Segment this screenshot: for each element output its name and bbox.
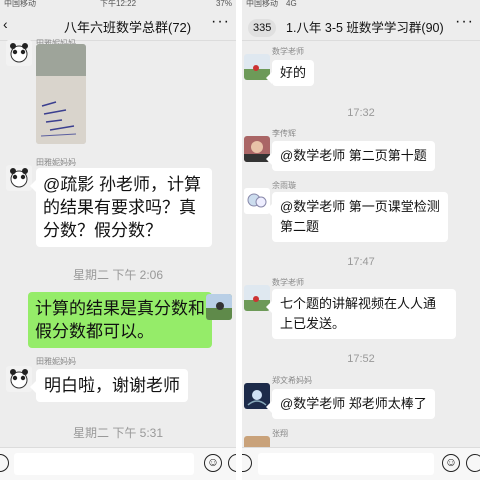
chat-header: ‹ 八年六班数学总群(72) ···: [0, 10, 236, 41]
input-bar: ☺: [242, 447, 480, 480]
homework-photo[interactable]: [36, 44, 86, 144]
battery-label: 37%: [215, 0, 232, 8]
message-bubble[interactable]: @数学老师 郑老师太棒了: [266, 389, 435, 419]
sender-name: 张翔: [272, 429, 288, 438]
network-label: 4G: [286, 0, 297, 8]
message-bubble[interactable]: 明白啦，谢谢老师: [30, 369, 188, 402]
message-bubble[interactable]: @疏影 孙老师，计算的结果有要求吗？真分数？假分数？: [30, 168, 212, 247]
unread-badge[interactable]: 335: [248, 19, 277, 37]
timestamp: 星期二 下午 2:06: [72, 268, 164, 282]
chat-header: 335 1.八年 3-5 班数学学习群(90) ···: [242, 10, 480, 41]
message-bubble[interactable]: @数学老师 第二页第十题: [266, 141, 435, 171]
message-input[interactable]: [258, 453, 434, 475]
right-chat-screenshot: 中国移动 4G 335 1.八年 3-5 班数学学习群(90) ··· 数学老师…: [242, 0, 480, 480]
emoji-icon[interactable]: ☺: [442, 454, 460, 472]
plus-icon[interactable]: [228, 454, 236, 472]
voice-icon[interactable]: [242, 454, 252, 472]
left-chat-screenshot: 中国移动 下午12:22 37% ‹ 八年六班数学总群(72) ··· 田雅妮妈…: [0, 0, 236, 480]
carrier-label: 中国移动: [4, 0, 36, 8]
my-avatar[interactable]: [206, 294, 232, 320]
sender-name: 数学老师: [272, 278, 304, 287]
timestamp: 17:32: [347, 107, 375, 119]
input-bar: ☺: [0, 447, 236, 480]
status-bar: 中国移动 4G: [242, 0, 480, 10]
message-bubble[interactable]: 七个题的讲解视频在人人通上已发送。: [266, 289, 456, 339]
back-icon[interactable]: ‹: [3, 16, 8, 32]
clock-label: 下午12:22: [100, 0, 137, 8]
timestamp: 17:52: [347, 353, 375, 365]
avatar-panda[interactable]: [6, 165, 32, 191]
sender-name: 郑文希妈妈: [272, 376, 312, 385]
more-icon[interactable]: ···: [455, 13, 474, 31]
status-bar: 中国移动 下午12:22 37%: [0, 0, 236, 10]
timestamp: 17:47: [347, 256, 375, 268]
my-message-bubble[interactable]: 计算的结果是真分数和假分数都可以。: [28, 292, 218, 348]
sender-name: 田雅妮妈妈: [36, 357, 76, 366]
voice-icon[interactable]: [0, 454, 9, 472]
sender-name: 余雨璇: [272, 181, 296, 190]
sender-name: 数学老师: [272, 47, 304, 56]
message-bubble[interactable]: @数学老师 第一页课堂检测第二题: [266, 192, 448, 242]
sender-name: 李传辉: [272, 129, 296, 138]
carrier-label: 中国移动: [246, 0, 278, 8]
emoji-icon[interactable]: ☺: [204, 454, 222, 472]
avatar-panda[interactable]: [6, 366, 32, 392]
message-input[interactable]: [14, 453, 194, 475]
timestamp: 星期二 下午 5:31: [72, 426, 164, 440]
more-icon[interactable]: ···: [211, 13, 230, 31]
sender-name: 田雅妮妈妈: [36, 158, 76, 167]
chat-title: 八年六班数学总群(72): [64, 20, 192, 35]
plus-icon[interactable]: [466, 454, 480, 472]
message-bubble[interactable]: 好的: [265, 60, 315, 86]
chat-title: 1.八年 3-5 班数学学习群(90): [286, 21, 444, 35]
avatar-panda[interactable]: [6, 40, 32, 66]
